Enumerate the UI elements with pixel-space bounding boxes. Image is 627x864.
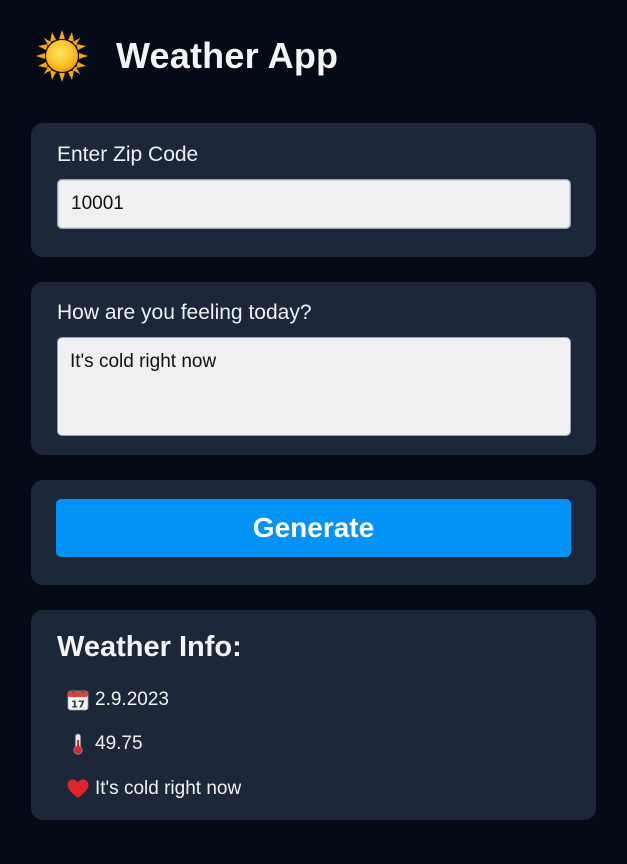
generate-card: Generate	[31, 480, 596, 585]
svg-text:17: 17	[71, 700, 85, 711]
calendar-icon: 17	[67, 689, 89, 711]
zip-label: Enter Zip Code	[57, 143, 199, 166]
weather-info-card: Weather Info: 17 2.9.2023 49.75 It's col…	[31, 610, 596, 820]
date-value: 2.9.2023	[95, 689, 169, 710]
zip-card: Enter Zip Code	[31, 123, 596, 257]
date-row: 17 2.9.2023	[67, 689, 169, 711]
weather-info-title: Weather Info:	[57, 631, 242, 663]
app-title: Weather App	[116, 35, 339, 76]
sun-icon	[36, 30, 88, 82]
heart-icon	[67, 779, 89, 798]
zip-input[interactable]	[57, 179, 571, 229]
generate-button[interactable]: Generate	[56, 499, 571, 557]
thermometer-icon	[73, 733, 83, 755]
temperature-value: 49.75	[95, 733, 143, 754]
feeling-textarea[interactable]: It's cold right now	[57, 337, 571, 436]
feeling-value: It's cold right now	[95, 778, 242, 799]
feeling-card: How are you feeling today? It's cold rig…	[31, 282, 596, 455]
feeling-row: It's cold right now	[67, 778, 241, 800]
feeling-label: How are you feeling today?	[57, 301, 312, 324]
temperature-row: 49.75	[67, 733, 143, 755]
app-header: Weather App	[36, 28, 338, 84]
